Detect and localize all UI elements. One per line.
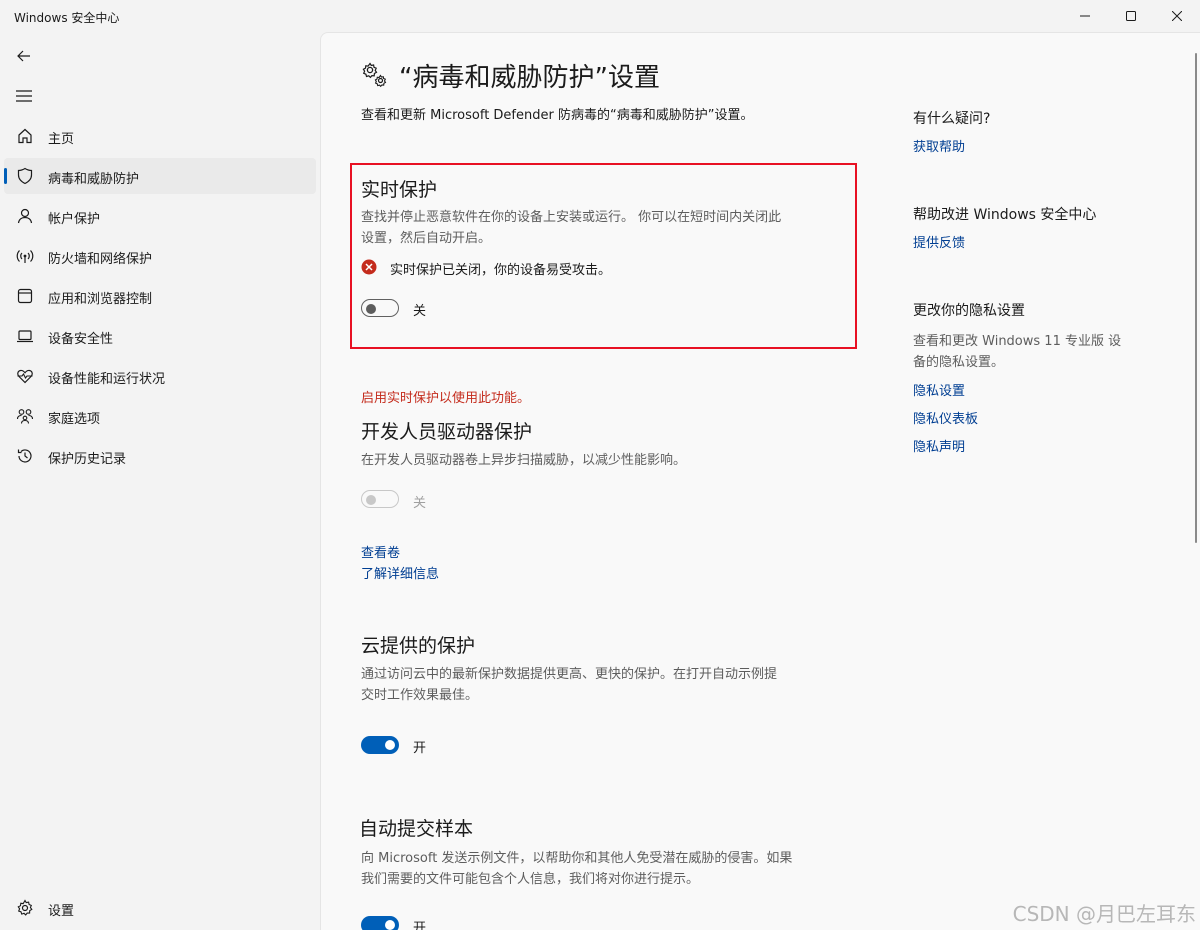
hamburger-menu-button[interactable] — [10, 82, 38, 110]
selection-indicator — [4, 168, 7, 184]
privacy-settings-link[interactable]: 隐私设置 — [913, 380, 965, 399]
sidebar: 主页 病毒和威胁防护 帐户保护 防火墙和网络保护 应用和浏览器控制 设备安全性 … — [0, 32, 320, 929]
sidebar-item-virus-protection[interactable]: 病毒和威胁防护 — [4, 158, 316, 194]
minimize-icon — [1080, 15, 1090, 17]
sidebar-item-label: 保护历史记录 — [48, 452, 127, 467]
page-title: “病毒和威胁防护”设置 — [399, 63, 660, 93]
give-feedback-link[interactable]: 提供反馈 — [913, 232, 965, 251]
cloud-toggle-label: 开 — [413, 741, 427, 756]
main-panel: “病毒和威胁防护”设置 查看和更新 Microsoft Defender 防病毒… — [320, 32, 1200, 930]
improve-heading: 帮助改进 Windows 安全中心 — [913, 207, 1097, 223]
realtime-toggle[interactable] — [361, 299, 399, 317]
dev-drive-desc: 在开发人员驱动器卷上异步扫描威胁，以减少性能影响。 — [361, 453, 687, 468]
settings-gears-icon — [362, 62, 387, 88]
laptop-icon — [17, 330, 33, 343]
toggle-knob — [366, 304, 376, 314]
heart-pulse-icon — [17, 369, 33, 384]
history-icon — [17, 449, 32, 463]
view-volumes-link[interactable]: 查看卷 — [361, 542, 400, 561]
cloud-desc-line1: 通过访问云中的最新保护数据提供更高、更快的保护。在打开自动示例提 — [361, 667, 778, 682]
sidebar-item-device-security[interactable]: 设备安全性 — [4, 318, 316, 354]
sidebar-item-settings[interactable]: 设置 — [4, 890, 316, 926]
privacy-statement-link[interactable]: 隐私声明 — [913, 436, 965, 455]
dev-drive-toggle[interactable] — [361, 490, 399, 508]
back-arrow-icon — [17, 50, 30, 62]
toggle-knob — [366, 495, 376, 505]
maximize-icon — [1126, 11, 1136, 21]
home-icon — [18, 128, 32, 144]
sidebar-item-label: 设备安全性 — [48, 332, 114, 347]
realtime-desc-line1: 查找并停止恶意软件在你的设备上安装或运行。 你可以在短时间内关闭此 — [361, 210, 782, 225]
sidebar-item-firewall[interactable]: 防火墙和网络保护 — [4, 238, 316, 274]
hamburger-icon — [16, 90, 32, 102]
sidebar-item-label: 设置 — [48, 904, 75, 919]
sidebar-item-account[interactable]: 帐户保护 — [4, 198, 316, 234]
back-button[interactable] — [10, 42, 38, 70]
toggle-knob — [385, 740, 395, 750]
sample-toggle[interactable] — [361, 916, 399, 930]
family-icon — [16, 409, 34, 424]
wifi-signal-icon — [16, 250, 34, 263]
sample-toggle-label: 开 — [413, 921, 427, 930]
realtime-title: 实时保护 — [361, 179, 438, 201]
dev-drive-notice: 启用实时保护以使用此功能。 — [361, 391, 531, 406]
watermark: CSDN @月巴左耳东 — [1012, 902, 1196, 926]
sidebar-item-label: 设备性能和运行状况 — [48, 372, 166, 387]
learn-more-link[interactable]: 了解详细信息 — [361, 563, 439, 582]
realtime-desc-line2: 设置，然后自动开启。 — [361, 231, 492, 246]
sidebar-item-home[interactable]: 主页 — [4, 118, 316, 154]
shield-icon — [17, 167, 33, 185]
privacy-dashboard-link[interactable]: 隐私仪表板 — [913, 408, 978, 427]
sidebar-item-label: 防火墙和网络保护 — [48, 252, 153, 267]
privacy-desc-line2: 备的隐私设置。 — [913, 355, 1005, 370]
close-button[interactable] — [1154, 0, 1200, 32]
sidebar-item-family[interactable]: 家庭选项 — [4, 398, 316, 434]
minimize-button[interactable] — [1062, 0, 1108, 32]
app-window-icon — [17, 288, 33, 304]
privacy-desc-line1: 查看和更改 Windows 11 专业版 设 — [913, 334, 1122, 349]
error-icon — [361, 259, 377, 275]
cloud-title: 云提供的保护 — [361, 635, 476, 657]
help-heading: 有什么疑问? — [913, 111, 991, 127]
dev-drive-title: 开发人员驱动器保护 — [361, 421, 533, 443]
close-icon — [1172, 11, 1182, 21]
realtime-warning: 实时保护已关闭，你的设备易受攻击。 — [390, 263, 612, 278]
cloud-desc-line2: 交时工作效果最佳。 — [361, 688, 479, 703]
sidebar-item-app-browser[interactable]: 应用和浏览器控制 — [4, 278, 316, 314]
sidebar-item-label: 主页 — [48, 132, 75, 147]
app-title: Windows 安全中心 — [14, 11, 120, 25]
get-help-link[interactable]: 获取帮助 — [913, 136, 965, 155]
vertical-scrollbar[interactable] — [1195, 53, 1197, 543]
sidebar-item-history[interactable]: 保护历史记录 — [4, 438, 316, 474]
sidebar-item-label: 病毒和威胁防护 — [48, 172, 140, 187]
title-bar: Windows 安全中心 — [0, 0, 1200, 32]
sample-desc-line2: 我们需要的文件可能包含个人信息，我们将对你进行提示。 — [361, 872, 700, 887]
sidebar-item-label: 帐户保护 — [48, 212, 101, 227]
person-icon — [17, 208, 33, 224]
sidebar-item-label: 应用和浏览器控制 — [48, 292, 153, 307]
page-subtitle: 查看和更新 Microsoft Defender 防病毒的“病毒和威胁防护”设置… — [361, 108, 754, 123]
dev-drive-toggle-label: 关 — [413, 496, 427, 511]
sample-title: 自动提交样本 — [359, 818, 474, 840]
cloud-toggle[interactable] — [361, 736, 399, 754]
sidebar-item-label: 家庭选项 — [48, 412, 101, 427]
sidebar-item-device-performance[interactable]: 设备性能和运行状况 — [4, 358, 316, 394]
gear-icon — [17, 899, 33, 916]
maximize-button[interactable] — [1108, 0, 1154, 32]
privacy-heading: 更改你的隐私设置 — [913, 303, 1025, 319]
realtime-toggle-label: 关 — [413, 304, 427, 319]
sample-desc-line1: 向 Microsoft 发送示例文件，以帮助你和其他人免受潜在威胁的侵害。如果 — [361, 851, 793, 866]
